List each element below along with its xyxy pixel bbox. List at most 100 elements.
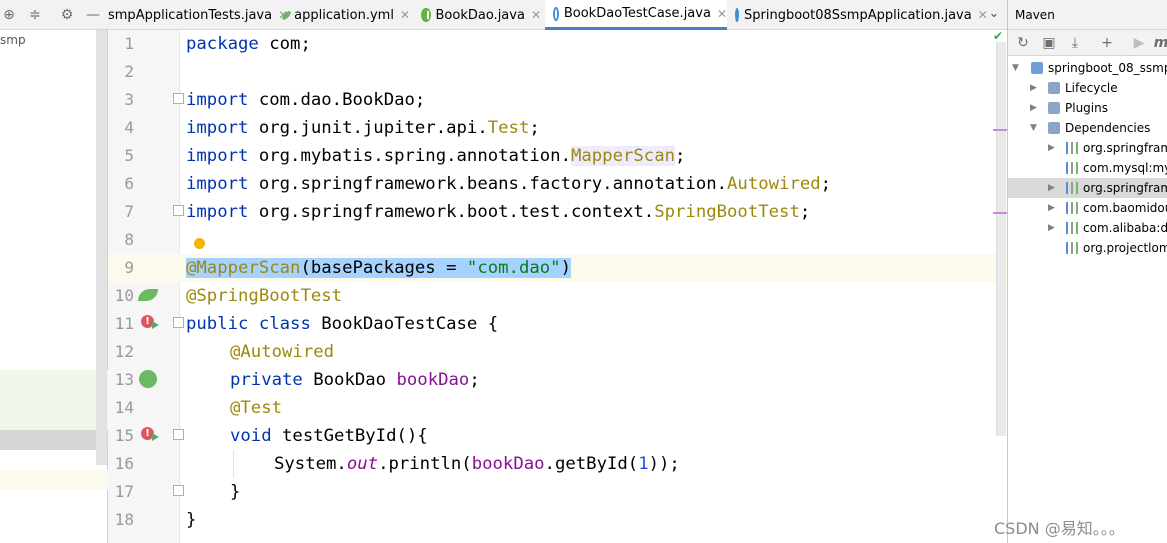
maven-tree-item[interactable]: ▼ springboot_08_ssmp <box>1008 58 1167 78</box>
download-icon[interactable]: ⤓ <box>1066 34 1084 52</box>
code-line-1[interactable]: package com; <box>186 30 311 58</box>
lightbulb-icon[interactable] <box>194 238 205 249</box>
maven-tree-item[interactable]: ▶ org.springframework.boot:spring-boot-s… <box>1008 178 1167 198</box>
code-text: )); <box>648 454 680 474</box>
maven-tree-item[interactable]: ▶ com.baomidou:mybatis-plus-boot-starter <box>1008 198 1167 218</box>
keyword: import <box>186 202 249 222</box>
maven-tree-item[interactable]: com.mysql:mysql-connector-j <box>1008 158 1167 178</box>
maven-tree-item[interactable]: ▶ org.springframework.boot:spring-boot-s… <box>1008 138 1167 158</box>
chevron-right-icon[interactable]: ▶ <box>1048 178 1055 198</box>
fold-toggle-icon[interactable] <box>173 429 184 440</box>
maven-tree-item[interactable]: ▶ com.alibaba:druid-spring-boot-starter <box>1008 218 1167 238</box>
keyword: public class <box>186 314 311 334</box>
code-line-15[interactable]: void testGetById(){ <box>230 422 428 450</box>
code-text: } <box>230 482 241 502</box>
fold-toggle-icon[interactable] <box>173 485 184 496</box>
keyword: import <box>186 90 249 110</box>
run-arrow-icon[interactable] <box>152 433 159 441</box>
maven-tree-item[interactable]: ▼ Dependencies <box>1008 118 1167 138</box>
target-icon[interactable]: ⊕ <box>0 6 18 24</box>
keyword: import <box>186 146 249 166</box>
editor-scrollbar[interactable] <box>996 42 1006 436</box>
run-arrow-icon[interactable] <box>152 321 159 329</box>
run-icon[interactable]: ▶ <box>1130 34 1148 52</box>
tab-bookdao[interactable]: BookDao.java ✕ <box>421 0 541 30</box>
close-icon[interactable]: ✕ <box>717 7 727 21</box>
plus-icon[interactable]: + <box>1098 34 1116 52</box>
chevron-down-icon[interactable]: ⌄ <box>985 6 1003 24</box>
close-icon[interactable]: ✕ <box>531 8 541 22</box>
folder-add-icon[interactable]: ▣ <box>1040 34 1058 52</box>
line-number: 15 <box>114 426 134 445</box>
change-marker[interactable] <box>993 212 1007 214</box>
watermark: CSDN @易知。。。 <box>994 519 1125 538</box>
library-icon <box>1066 202 1078 214</box>
chevron-right-icon[interactable]: ▶ <box>1030 98 1037 118</box>
code-line-18[interactable]: } <box>186 506 196 534</box>
code-text: ; <box>469 370 480 390</box>
chevron-right-icon[interactable]: ▶ <box>1048 138 1055 158</box>
field-name: bookDao <box>471 454 545 474</box>
tab-bookdaotestcase[interactable]: BookDaoTestCase.java ✕ <box>545 0 727 30</box>
inspection-ok-icon[interactable]: ✔ <box>993 29 1003 43</box>
code-text: org.springframework.beans.factory.annota… <box>248 174 728 194</box>
maven-tree-item[interactable]: ▶ Lifecycle <box>1008 78 1167 98</box>
spring-bean-icon[interactable] <box>139 370 157 388</box>
library-icon <box>1066 162 1078 174</box>
project-panel: ⊕ ≑ ⚙ — smp <box>0 0 108 543</box>
code-line-4[interactable]: import org.junit.jupiter.api.Test; <box>186 114 540 142</box>
keyword: import <box>186 174 249 194</box>
line-number: 5 <box>124 146 134 165</box>
code-text: BookDao <box>302 370 397 390</box>
refresh-icon[interactable]: ↻ <box>1014 34 1032 52</box>
line-number: 3 <box>124 90 134 109</box>
maven-m-icon[interactable]: m <box>1152 34 1167 52</box>
code-line-5[interactable]: import org.mybatis.spring.annotation.Map… <box>186 142 685 170</box>
chevron-down-icon[interactable]: ▼ <box>1012 58 1019 78</box>
tab-application-yml[interactable]: application.yml ✕ <box>280 0 410 30</box>
code-line-13[interactable]: private BookDao bookDao; <box>230 366 480 394</box>
code-text: .getById( <box>544 454 639 474</box>
project-label[interactable]: smp <box>0 33 26 47</box>
project-tree-selection[interactable] <box>0 430 108 450</box>
tab-springboot08ssmpapplication[interactable]: Springboot08SsmpApplication.java ✕ <box>735 0 988 30</box>
code-line-16[interactable]: System.out.println(bookDao.getById(1)); <box>274 450 680 478</box>
project-scrollbar[interactable] <box>96 30 107 465</box>
code-line-9[interactable]: @MapperScan(basePackages = "com.dao") <box>186 254 571 282</box>
library-icon <box>1066 142 1078 154</box>
line-number: 11 <box>114 314 134 333</box>
line-number: 13 <box>114 370 134 389</box>
tab-smpapplicationtests[interactable]: smpApplicationTests.java ✕ <box>108 0 288 30</box>
code-text: } <box>186 510 197 530</box>
change-marker[interactable] <box>993 129 1007 131</box>
maven-toolbar: ↻ ▣ ⤓ + ▶ m <box>1008 30 1167 56</box>
minimize-icon[interactable]: — <box>84 6 102 24</box>
code-line-10[interactable]: @SpringBootTest <box>186 282 342 310</box>
code-line-7[interactable]: import org.springframework.boot.test.con… <box>186 198 810 226</box>
chevron-right-icon[interactable]: ▶ <box>1048 218 1055 238</box>
code-line-11[interactable]: public class BookDaoTestCase { <box>186 310 498 338</box>
chevron-right-icon[interactable]: ▶ <box>1030 78 1037 98</box>
code-line-6[interactable]: import org.springframework.beans.factory… <box>186 170 831 198</box>
fold-toggle-icon[interactable] <box>173 93 184 104</box>
code-line-14[interactable]: @Test <box>230 394 282 422</box>
gear-icon[interactable]: ⚙ <box>58 6 76 24</box>
maven-tree-item[interactable]: org.projectlombok:lombok <box>1008 238 1167 258</box>
chevron-down-icon[interactable]: ▼ <box>1030 118 1037 138</box>
code-line-3[interactable]: import com.dao.BookDao; <box>186 86 425 114</box>
close-icon[interactable]: ✕ <box>400 8 410 22</box>
tab-label: Springboot08SsmpApplication.java <box>744 7 972 23</box>
code-line-12[interactable]: @Autowired <box>230 338 334 366</box>
static-field: out <box>346 454 379 474</box>
fold-toggle-icon[interactable] <box>173 317 184 328</box>
maven-tree-item[interactable]: ▶ Plugins <box>1008 98 1167 118</box>
code-text: ; <box>675 146 686 166</box>
fold-toggle-icon[interactable] <box>173 205 184 216</box>
chevron-right-icon[interactable]: ▶ <box>1048 198 1055 218</box>
code-line-17[interactable]: } <box>230 478 240 506</box>
java-class-icon <box>553 6 559 21</box>
number-literal: 1 <box>638 454 649 474</box>
collapse-icon[interactable]: ≑ <box>26 6 44 24</box>
tab-label: BookDao.java <box>435 7 525 23</box>
class-ref: Test <box>487 118 530 138</box>
